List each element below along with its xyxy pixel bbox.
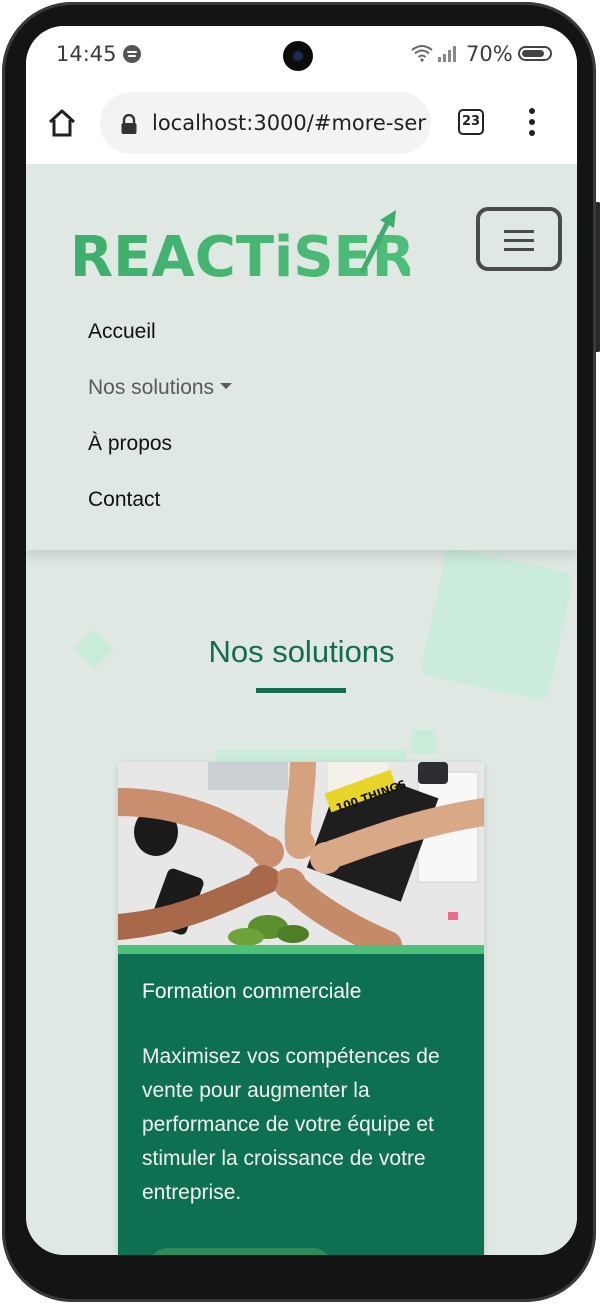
nav-item-label: Nos solutions xyxy=(88,376,215,399)
svg-text:REACTiSERV: REACTiSERV xyxy=(70,225,410,284)
nav-item-contact[interactable]: Contact xyxy=(88,488,160,512)
battery-icon xyxy=(518,46,552,61)
nav-item-accueil[interactable]: Accueil xyxy=(88,320,156,344)
menu-dots-icon[interactable] xyxy=(528,108,536,138)
browser-toolbar: localhost:3000/#more-serv 23 xyxy=(26,88,577,164)
tabs-icon[interactable]: 23 xyxy=(458,109,484,135)
home-icon[interactable] xyxy=(46,107,78,139)
front-camera xyxy=(283,41,313,71)
spotify-icon xyxy=(123,45,141,63)
phone-frame: 14:45 70% localhost:3000/#more-serv 23 R… xyxy=(2,2,600,1302)
hamburger-icon[interactable] xyxy=(476,207,562,271)
nav-item-a-propos[interactable]: À propos xyxy=(88,432,172,456)
chevron-down-icon xyxy=(220,383,233,390)
screen: 14:45 70% localhost:3000/#more-serv 23 R… xyxy=(26,26,577,1255)
title-underline xyxy=(256,688,346,693)
status-time: 14:45 xyxy=(56,42,117,66)
section-title: Nos solutions xyxy=(208,634,395,669)
decorative-shape xyxy=(412,730,436,754)
card-image: 100 THINGS xyxy=(118,762,484,945)
decorative-shape xyxy=(419,546,575,702)
card-title: Formation commerciale xyxy=(142,980,362,1003)
card-accent-strip xyxy=(118,945,484,954)
signal-icon xyxy=(438,46,460,62)
card-button[interactable] xyxy=(148,1248,333,1255)
url-text: localhost:3000/#more-serv xyxy=(152,111,427,135)
address-bar[interactable]: localhost:3000/#more-serv xyxy=(100,92,431,154)
navbar: REACTiSERV Accueil Nos solutions À propo… xyxy=(26,164,577,550)
lock-icon xyxy=(120,113,138,134)
page-content: REACTiSERV Accueil Nos solutions À propo… xyxy=(26,164,577,1255)
reactiserv-logo[interactable]: REACTiSERV xyxy=(70,204,459,290)
card-description: Maximisez vos compétences de vente pour … xyxy=(142,1045,440,1204)
wifi-icon xyxy=(411,44,433,67)
battery-percent: 70% xyxy=(466,42,513,66)
service-card[interactable]: 100 THINGS Formation commerciale Maximis… xyxy=(118,762,484,1255)
status-bar: 14:45 70% xyxy=(26,26,577,88)
nav-item-nos-solutions[interactable]: Nos solutions xyxy=(88,376,233,400)
